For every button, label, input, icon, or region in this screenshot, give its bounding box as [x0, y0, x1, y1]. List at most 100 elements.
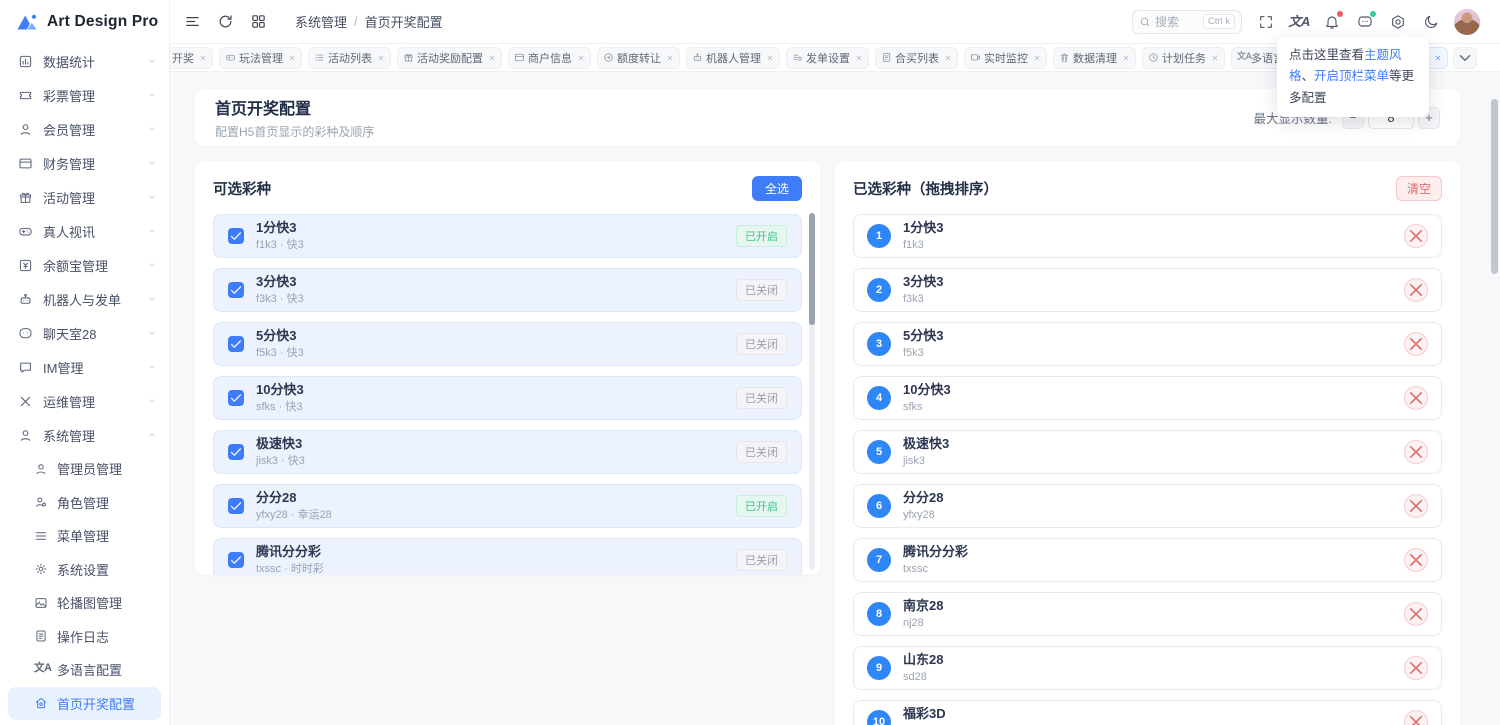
breadcrumb-parent[interactable]: 系统管理: [295, 12, 347, 31]
lottery-option-row[interactable]: 极速快3 jisk3 · 快3 已关闭: [213, 430, 802, 474]
selected-lottery-row[interactable]: 4 10分快3 sfks: [853, 376, 1442, 420]
tab-close-icon[interactable]: [666, 54, 674, 62]
language-button[interactable]: 文A: [1290, 13, 1308, 31]
remove-button[interactable]: [1404, 332, 1428, 356]
tab-close-icon[interactable]: [1211, 54, 1219, 62]
selected-lottery-row[interactable]: 8 南京28 nj28: [853, 592, 1442, 636]
selected-lottery-row[interactable]: 1 1分快3 f1k3: [853, 214, 1442, 258]
checkbox-checked[interactable]: [228, 282, 244, 298]
sidebar-item[interactable]: 会员管理: [0, 112, 169, 146]
tab[interactable]: 活动列表: [308, 47, 391, 69]
tab-close-icon[interactable]: [944, 54, 952, 62]
sidebar-item[interactable]: 运维管理: [0, 384, 169, 418]
sidebar-subitem[interactable]: 角色管理: [0, 486, 169, 520]
lottery-option-row[interactable]: 1分快3 f1k3 · 快3 已开启: [213, 214, 802, 258]
remove-button[interactable]: [1404, 602, 1428, 626]
selected-lottery-row[interactable]: 6 分分28 yfxy28: [853, 484, 1442, 528]
sidebar-subitem[interactable]: 菜单管理: [0, 519, 169, 553]
notifications-button[interactable]: [1323, 13, 1341, 31]
topbar-menu-link[interactable]: 开启顶栏菜单: [1314, 69, 1389, 83]
tab[interactable]: 玩法管理: [219, 47, 302, 69]
checkbox-checked[interactable]: [228, 498, 244, 514]
tab-close-icon[interactable]: [288, 54, 296, 62]
refresh-button[interactable]: [217, 13, 234, 30]
tab-close-icon[interactable]: [855, 54, 863, 62]
remove-button[interactable]: [1404, 278, 1428, 302]
lottery-option-row[interactable]: 腾讯分分彩 txssc · 时时彩 已关闭: [213, 538, 802, 575]
user-avatar[interactable]: [1454, 9, 1480, 35]
page-scrollbar[interactable]: [1491, 99, 1498, 274]
tab-close-icon[interactable]: [377, 54, 385, 62]
tab[interactable]: 开奖: [170, 47, 213, 69]
available-list-scrollbar[interactable]: [809, 213, 815, 570]
dark-mode-button[interactable]: [1422, 13, 1440, 31]
sidebar-subitem[interactable]: 管理员管理: [0, 452, 169, 486]
remove-button[interactable]: [1404, 548, 1428, 572]
tab[interactable]: 数据清理: [1053, 47, 1136, 69]
clear-button[interactable]: 清空: [1396, 176, 1442, 201]
settings-button[interactable]: [1389, 13, 1407, 31]
lottery-option-row[interactable]: 分分28 yfxy28 · 幸运28 已开启: [213, 484, 802, 528]
tab-close-icon[interactable]: [1033, 54, 1041, 62]
sidebar-item[interactable]: IM管理: [0, 350, 169, 384]
remove-button[interactable]: [1404, 710, 1428, 725]
tab[interactable]: 合买列表: [875, 47, 958, 69]
checkbox-checked[interactable]: [228, 552, 244, 568]
sidebar-item[interactable]: 活动管理: [0, 180, 169, 214]
select-all-button[interactable]: 全选: [752, 176, 802, 201]
selected-lottery-row[interactable]: 2 3分快3 f3k3: [853, 268, 1442, 312]
sidebar-item[interactable]: 彩票管理: [0, 78, 169, 112]
search-box[interactable]: Ctrl k: [1132, 10, 1242, 34]
fullscreen-button[interactable]: [1257, 13, 1275, 31]
search-input[interactable]: [1155, 15, 1193, 29]
checkbox-checked[interactable]: [228, 336, 244, 352]
sidebar-item[interactable]: 数据统计: [0, 44, 169, 78]
tab-close-icon[interactable]: [199, 54, 207, 62]
sidebar-item[interactable]: 聊天室28: [0, 316, 169, 350]
sidebar-subitem[interactable]: 操作日志: [0, 620, 169, 654]
tab[interactable]: 计划任务: [1142, 47, 1225, 69]
tab-close-icon[interactable]: [488, 54, 496, 62]
tab[interactable]: 商户信息: [508, 47, 591, 69]
tab-close-icon[interactable]: [766, 54, 774, 62]
selected-lottery-row[interactable]: 9 山东28 sd28: [853, 646, 1442, 690]
tab[interactable]: 发单设置: [786, 47, 869, 69]
selected-lottery-row[interactable]: 3 5分快3 f5k3: [853, 322, 1442, 366]
selected-lottery-row[interactable]: 10 福彩3D fc3d: [853, 700, 1442, 725]
checkbox-checked[interactable]: [228, 390, 244, 406]
tab-close-icon[interactable]: [1122, 54, 1130, 62]
lottery-option-row[interactable]: 5分快3 f5k3 · 快3 已关闭: [213, 322, 802, 366]
tab[interactable]: 实时监控: [964, 47, 1047, 69]
checkbox-checked[interactable]: [228, 444, 244, 460]
lottery-option-row[interactable]: 3分快3 f3k3 · 快3 已关闭: [213, 268, 802, 312]
tab[interactable]: 额度转让: [597, 47, 680, 69]
sidebar-item[interactable]: 系统管理: [0, 418, 169, 452]
tab[interactable]: 活动奖励配置: [397, 47, 502, 69]
sidebar-item[interactable]: 财务管理: [0, 146, 169, 180]
apps-grid-button[interactable]: [250, 13, 267, 30]
selected-lottery-row[interactable]: 7 腾讯分分彩 txssc: [853, 538, 1442, 582]
sidebar-subitem[interactable]: 轮播图管理: [0, 586, 169, 620]
sidebar-subitem[interactable]: 文A 多语言配置: [0, 653, 169, 687]
sidebar-subitem[interactable]: 系统设置: [0, 553, 169, 587]
lottery-option-row[interactable]: 10分快3 sfks · 快3 已关闭: [213, 376, 802, 420]
remove-button[interactable]: [1404, 656, 1428, 680]
remove-button[interactable]: [1404, 386, 1428, 410]
checkbox-checked[interactable]: [228, 228, 244, 244]
tab-close-icon[interactable]: [1434, 54, 1442, 62]
remove-button[interactable]: [1404, 224, 1428, 248]
tab-close-icon[interactable]: [577, 54, 585, 62]
messages-button[interactable]: [1356, 13, 1374, 31]
remove-button[interactable]: [1404, 440, 1428, 464]
selected-lottery-row[interactable]: 5 极速快3 jisk3: [853, 430, 1442, 474]
sidebar-subitem[interactable]: 首页开奖配置: [8, 687, 161, 721]
tab[interactable]: 机器人管理: [686, 47, 780, 69]
app-logo[interactable]: Art Design Pro: [0, 0, 169, 44]
sidebar-item[interactable]: 机器人与发单: [0, 282, 169, 316]
sidebar-item[interactable]: 真人视讯: [0, 214, 169, 248]
remove-button[interactable]: [1404, 494, 1428, 518]
sidebar-item[interactable]: 余额宝管理: [0, 248, 169, 282]
sidebar-collapse-button[interactable]: [184, 13, 201, 30]
tabs-collapse-button[interactable]: [1453, 47, 1477, 69]
scrollbar-thumb[interactable]: [809, 213, 815, 325]
